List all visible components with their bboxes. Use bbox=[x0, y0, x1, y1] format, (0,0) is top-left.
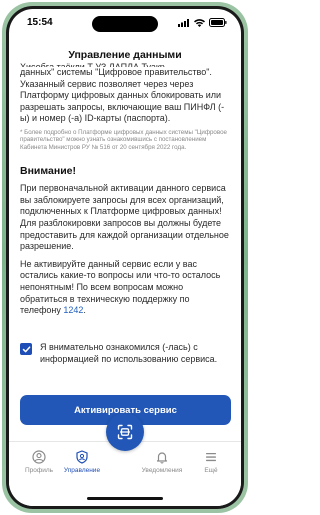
consent-row[interactable]: Я внимательно ознакомился (-лась) с инфо… bbox=[20, 342, 232, 365]
nav-item-management[interactable]: Управление bbox=[59, 450, 105, 474]
nav-label-notifications: Уведомления bbox=[141, 467, 183, 474]
device-frame: 15:54 Управление данными Ҳисобға таёқли … bbox=[0, 0, 250, 515]
nav-item-notifications[interactable]: Уведомления bbox=[139, 450, 185, 474]
app-screen: 15:54 Управление данными Ҳисобға таёқли … bbox=[9, 9, 241, 506]
warning-text: При первоначальной активации данного сер… bbox=[20, 183, 229, 252]
status-bar: 15:54 bbox=[9, 9, 241, 35]
support-text: Не активируйте данный сервис если у вас … bbox=[20, 259, 232, 317]
page-title: Управление данными bbox=[68, 49, 182, 61]
shield-user-icon bbox=[76, 450, 88, 464]
nav-label-more: Ещё bbox=[204, 467, 218, 474]
page-header: Управление данными bbox=[9, 49, 241, 61]
status-icons bbox=[178, 18, 227, 27]
nav-item-more[interactable]: Ещё bbox=[188, 450, 234, 474]
consent-checkbox[interactable] bbox=[20, 343, 32, 355]
menu-icon bbox=[206, 453, 216, 462]
wifi-icon bbox=[194, 18, 205, 27]
intro-paragraph: данных" системы "Цифровое правительство"… bbox=[20, 67, 225, 124]
home-indicator bbox=[87, 497, 163, 500]
consent-label: Я внимательно ознакомился (-лась) с инфо… bbox=[40, 342, 218, 364]
scan-icon bbox=[117, 424, 133, 440]
scan-button[interactable] bbox=[106, 413, 144, 451]
service-description: Ҳисобға таёқли Т УЗ ЛАПЛА Туақр данных" … bbox=[20, 62, 232, 317]
status-time: 15:54 bbox=[27, 17, 53, 28]
support-text-end: . bbox=[83, 305, 86, 316]
nav-label-management: Управление bbox=[63, 467, 101, 474]
support-phone-link[interactable]: 1242 bbox=[63, 305, 83, 315]
support-text-body: Не активируйте данный сервис если у вас … bbox=[20, 258, 221, 316]
nav-item-profile[interactable]: Профиль bbox=[16, 450, 62, 474]
battery-icon bbox=[209, 18, 227, 27]
bell-icon bbox=[156, 452, 168, 464]
dynamic-island bbox=[92, 16, 158, 32]
checkmark-icon bbox=[22, 345, 30, 352]
intro-text: Ҳисобға таёқли Т УЗ ЛАПЛА Туақр данных" … bbox=[20, 62, 232, 125]
footnote-text: * Более подробно о Платформе цифровых да… bbox=[20, 128, 227, 151]
signal-icon bbox=[178, 18, 189, 27]
warning-title: Внимание! bbox=[20, 165, 76, 178]
nav-label-profile: Профиль bbox=[24, 467, 54, 474]
profile-icon bbox=[32, 450, 46, 464]
